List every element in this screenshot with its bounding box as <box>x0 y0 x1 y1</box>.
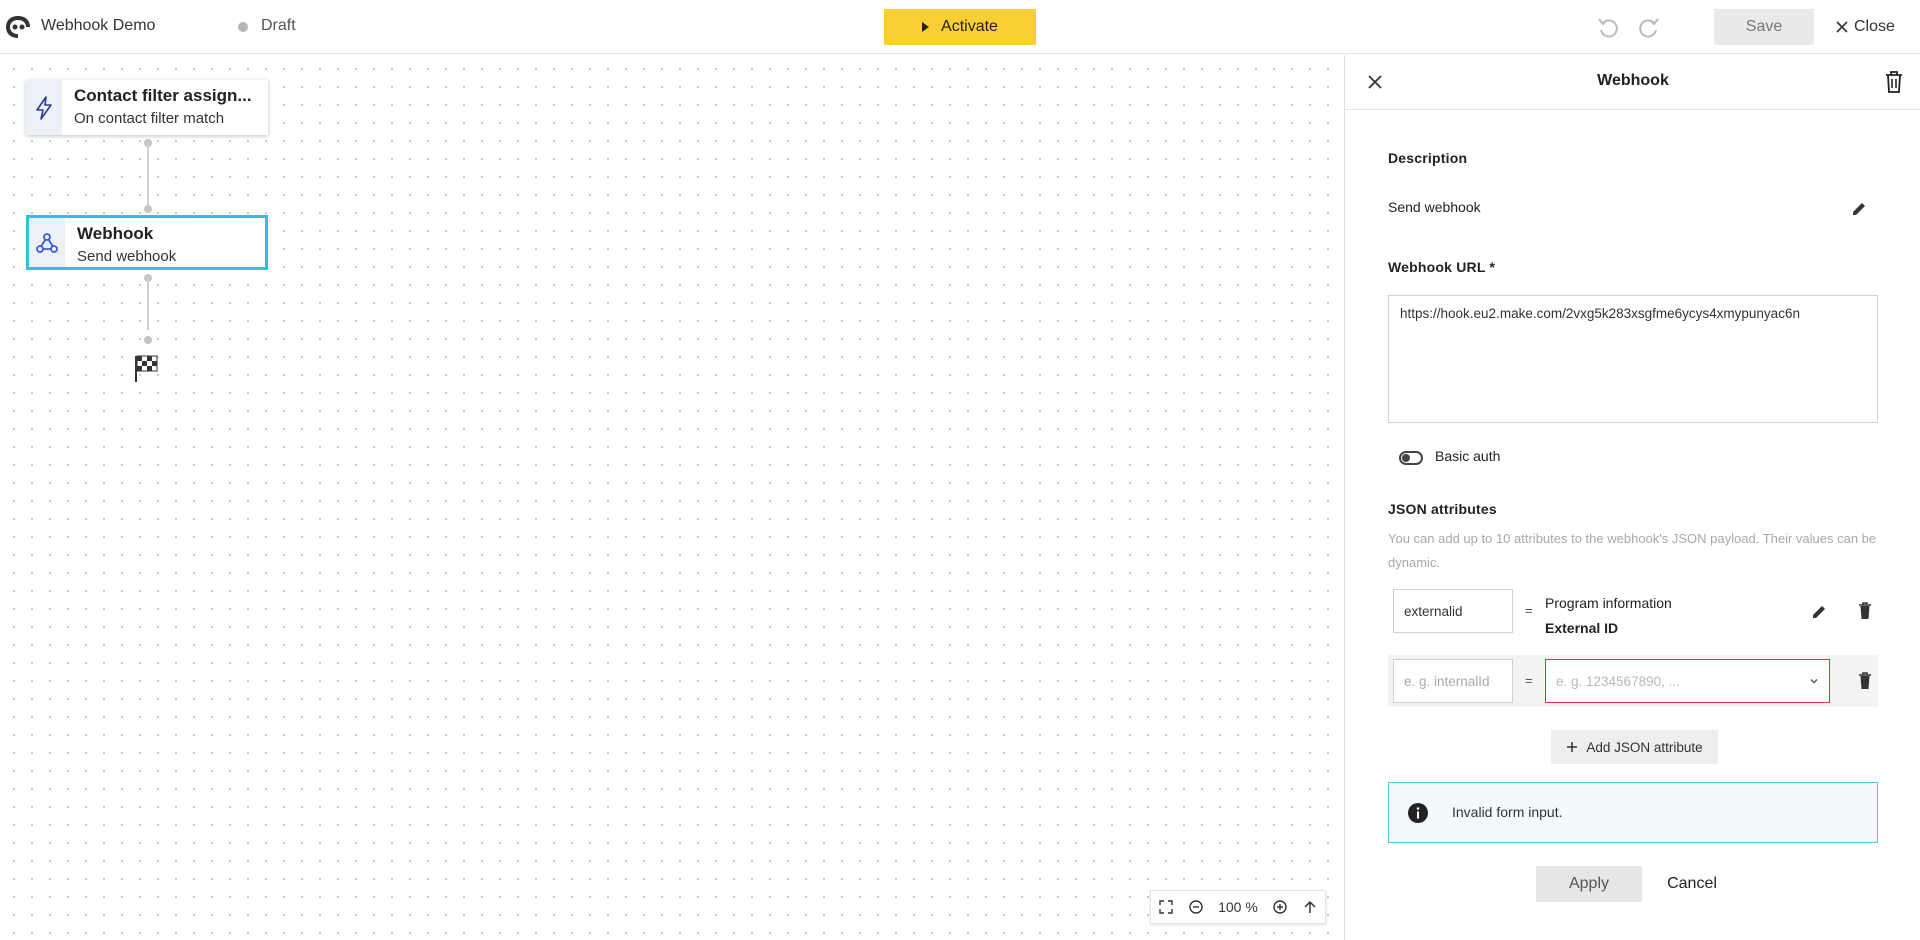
app-logo-icon[interactable] <box>4 14 32 40</box>
attribute-key-input[interactable] <box>1393 589 1513 633</box>
toggle-knob <box>1402 454 1410 462</box>
lightning-icon <box>36 95 52 120</box>
node-subtitle: On contact filter match <box>74 110 225 127</box>
activate-label: Activate <box>941 18 998 35</box>
status-badge: Draft <box>261 17 296 34</box>
node-title: Contact filter assign... <box>74 86 252 105</box>
json-attribute-row-new: = e. g. 1234567890, ... <box>1388 655 1878 707</box>
properties-panel: Webhook Description Send webhook Webhook… <box>1344 55 1920 940</box>
plus-icon <box>1567 742 1578 752</box>
webhook-url-label: Webhook URL * <box>1388 259 1496 275</box>
webhook-node[interactable]: Webhook Send webhook <box>26 215 268 270</box>
trash-icon[interactable] <box>1857 601 1873 621</box>
connector-dot <box>144 336 152 344</box>
info-icon <box>1408 803 1428 823</box>
zoom-level: 100 % <box>1218 899 1258 915</box>
node-title: Webhook <box>77 224 154 243</box>
cancel-button[interactable]: Cancel <box>1658 866 1726 902</box>
status-dot-icon <box>238 22 248 32</box>
finish-flag-icon <box>135 355 158 382</box>
zoom-in-icon[interactable] <box>1272 899 1288 915</box>
equals-sign: = <box>1525 603 1533 618</box>
connector-line <box>147 143 149 209</box>
close-label: Close <box>1854 18 1895 35</box>
json-attribute-row: = Program information External ID <box>1388 585 1878 637</box>
redo-icon[interactable] <box>1636 14 1662 40</box>
top-bar: Webhook Demo Draft Activate Save Close <box>0 0 1920 54</box>
attribute-value-placeholder: e. g. 1234567890, ... <box>1556 673 1680 689</box>
workflow-title[interactable]: Webhook Demo <box>41 17 155 35</box>
description-value: Send webhook <box>1388 199 1481 215</box>
zoom-controls: 100 % <box>1150 890 1326 924</box>
fit-screen-icon[interactable] <box>1158 899 1174 915</box>
node-icon-box <box>26 80 62 135</box>
webhook-icon <box>36 232 58 253</box>
connector-dot <box>144 205 152 213</box>
zoom-out-icon[interactable] <box>1188 899 1204 915</box>
play-icon <box>922 22 930 32</box>
arrow-up-icon[interactable] <box>1302 899 1318 915</box>
json-attributes-hint: You can add up to 10 attributes to the w… <box>1388 531 1877 570</box>
node-subtitle: Send webhook <box>77 248 177 265</box>
attribute-key-input[interactable] <box>1393 659 1513 703</box>
close-button[interactable]: Close <box>1836 9 1895 45</box>
activate-button[interactable]: Activate <box>884 9 1036 45</box>
alert-message: Invalid form input. <box>1452 804 1563 820</box>
workflow-canvas[interactable]: Contact filter assign... On contact filt… <box>0 55 1344 940</box>
panel-title: Webhook <box>1597 72 1669 89</box>
validation-alert: Invalid form input. <box>1388 782 1878 843</box>
node-icon-box <box>29 218 65 267</box>
panel-header: Webhook <box>1345 55 1920 110</box>
description-label: Description <box>1388 150 1468 166</box>
undo-icon[interactable] <box>1595 14 1621 40</box>
connector-line <box>147 278 149 330</box>
save-button[interactable]: Save <box>1714 9 1814 45</box>
chevron-down-icon <box>1810 679 1818 684</box>
trash-icon[interactable] <box>1883 70 1905 94</box>
trash-icon[interactable] <box>1857 671 1873 691</box>
pencil-icon[interactable] <box>1810 603 1828 621</box>
attribute-value-name: External ID <box>1545 620 1619 636</box>
json-attributes-label: JSON attributes <box>1388 501 1497 517</box>
basic-auth-toggle[interactable] <box>1399 451 1423 465</box>
close-icon <box>1836 21 1848 33</box>
webhook-url-field[interactable]: https://hook.eu2.make.com/2vxg5k283xsgfm… <box>1388 295 1878 423</box>
pencil-icon[interactable] <box>1850 200 1868 218</box>
equals-sign: = <box>1525 673 1533 688</box>
add-json-attribute-label: Add JSON attribute <box>1586 739 1703 755</box>
apply-button[interactable]: Apply <box>1536 866 1642 902</box>
add-json-attribute-button[interactable]: Add JSON attribute <box>1551 730 1718 764</box>
attribute-value-select[interactable]: e. g. 1234567890, ... <box>1545 659 1830 703</box>
trigger-node[interactable]: Contact filter assign... On contact filt… <box>26 80 268 135</box>
attribute-value-group: Program information <box>1545 595 1672 611</box>
basic-auth-label: Basic auth <box>1435 448 1501 464</box>
